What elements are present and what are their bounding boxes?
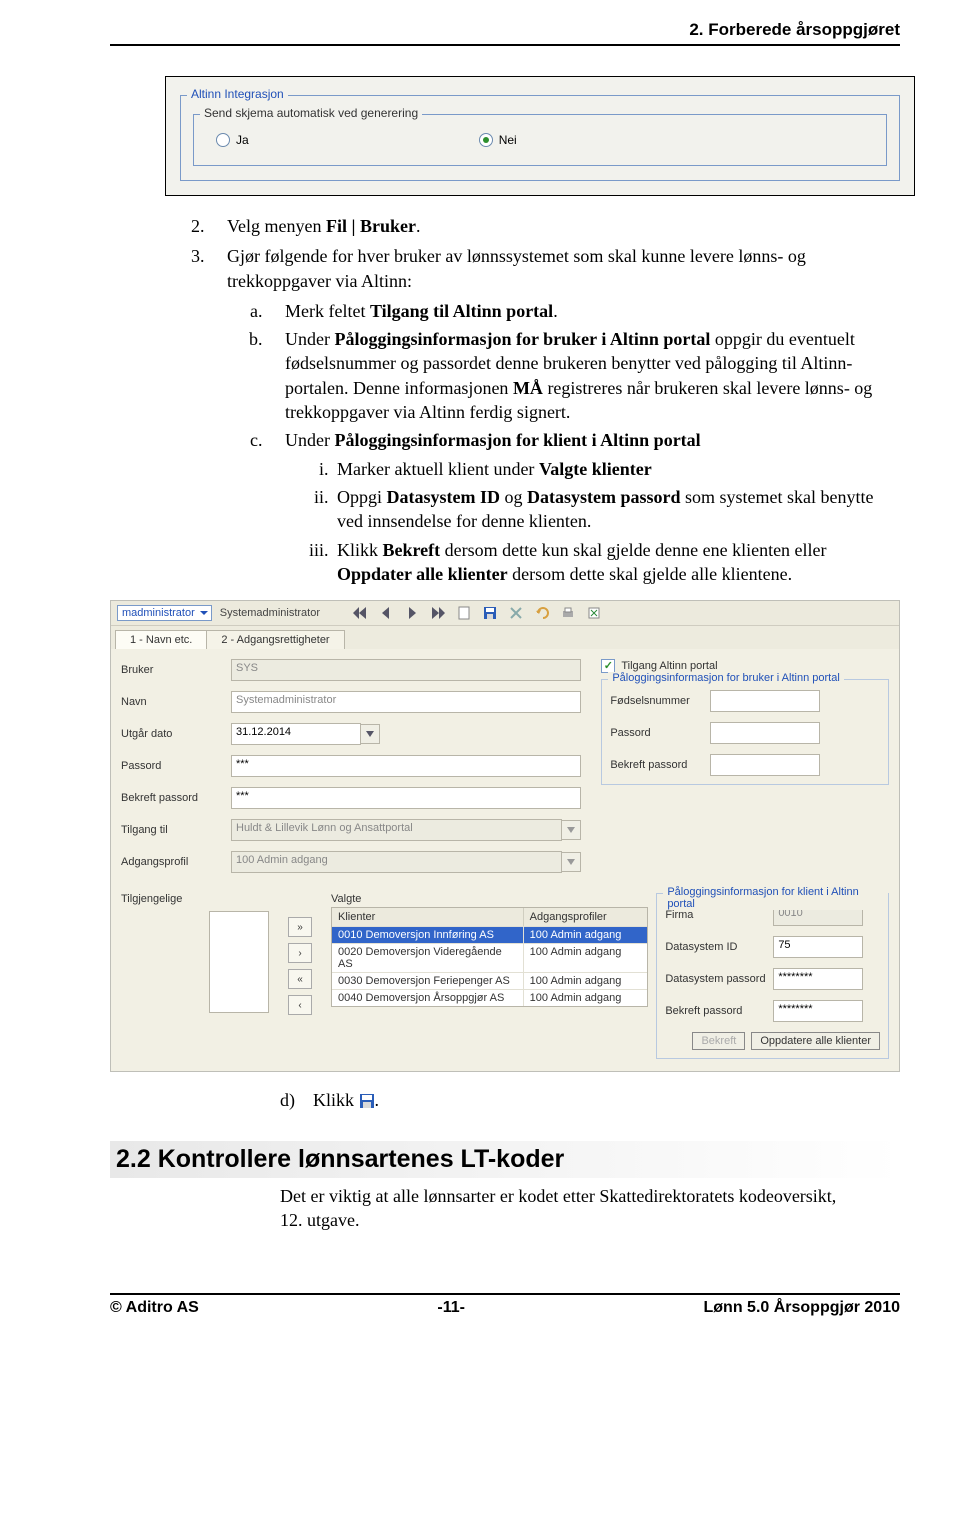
input-datasystem-id[interactable]: 75: [773, 936, 863, 958]
checkbox-tilgang-altinn[interactable]: ✓ Tilgang Altinn portal: [601, 659, 889, 673]
step-3d: d) Klikk .: [280, 1090, 900, 1111]
checkbox-label: Tilgang Altinn portal: [621, 660, 717, 672]
nav-prev-icon[interactable]: [378, 605, 394, 621]
label-bekreft-ds-passord: Bekreft passord: [665, 1005, 773, 1017]
user-dropdown[interactable]: madministrator: [117, 605, 212, 621]
nav-last-icon[interactable]: [430, 605, 446, 621]
undo-icon[interactable]: [534, 605, 550, 621]
input-bekreft-passord[interactable]: ***: [231, 787, 581, 809]
form-right: ✓ Tilgang Altinn portal Påloggingsinform…: [601, 659, 889, 883]
section-2-2-title: 2.2 Kontrollere lønnsartenes LT-koder: [110, 1141, 900, 1178]
label-datasystem-passord: Datasystem passord: [665, 973, 773, 985]
step-3b: Under Påloggingsinformasjon for bruker i…: [267, 327, 900, 424]
fieldset-label: Altinn Integrasjon: [187, 87, 288, 101]
label-tilgjengelige: Tilgjengelige: [121, 893, 201, 1059]
tilgjengelige-list[interactable]: [209, 911, 269, 1013]
input-fodselsnummer[interactable]: [710, 690, 820, 712]
radio-ja-label: Ja: [236, 133, 249, 147]
col-klienter: Klienter: [332, 908, 524, 926]
page-footer: © Aditro AS -11- Lønn 5.0 Årsoppgjør 201…: [110, 1293, 900, 1317]
label-navn: Navn: [121, 696, 231, 708]
group-klient-altinn: Påloggingsinformasjon for klient i Altin…: [656, 893, 889, 1059]
input-bruker[interactable]: SYS: [231, 659, 581, 681]
input-tilgang-til[interactable]: Huldt & Lillevik Lønn og Ansattportal: [231, 819, 562, 841]
export-icon[interactable]: [586, 605, 602, 621]
page-header: 2. Forberede årsoppgjøret: [110, 20, 900, 46]
step-3c-iii: Klikk Bekreft dersom dette kun skal gjel…: [333, 538, 900, 587]
input-utgar-dato[interactable]: 31.12.2014: [231, 723, 361, 745]
label-firma: Firma: [665, 909, 773, 921]
group-bruker-altinn: Påloggingsinformasjon for bruker i Altin…: [601, 679, 889, 785]
new-icon[interactable]: [456, 605, 472, 621]
delete-icon[interactable]: [508, 605, 524, 621]
table-row[interactable]: 0020 Demoversjon Videregående AS100 Admi…: [332, 943, 647, 972]
step-3c-ii: Oppgi Datasystem ID og Datasystem passor…: [333, 485, 900, 534]
input-datasystem-passord[interactable]: ********: [773, 968, 863, 990]
tab-bar: 1 - Navn etc. 2 - Adgangsrettigheter: [111, 626, 899, 649]
label-adgangsprofil: Adgangsprofil: [121, 856, 231, 868]
section-2-2-para: Det er viktig at alle lønnsarter er kode…: [280, 1184, 900, 1233]
step-3: Gjør følgende for hver bruker av lønnssy…: [209, 244, 900, 586]
table-row[interactable]: 0010 Demoversjon Innføring AS100 Admin a…: [332, 926, 647, 943]
label-passord: Passord: [121, 760, 231, 772]
input-navn[interactable]: Systemadministrator: [231, 691, 581, 713]
move-all-left-button[interactable]: «: [288, 969, 312, 989]
radio-nei[interactable]: Nei: [479, 133, 517, 147]
radio-nei-label: Nei: [499, 133, 517, 147]
footer-right: Lønn 5.0 Årsoppgjør 2010: [704, 1299, 900, 1317]
step-3a: Merk feltet Tilgang til Altinn portal.: [267, 299, 900, 323]
sub-fieldset-label: Send skjema automatisk ved generering: [200, 106, 422, 120]
toolbar: madministrator Systemadministrator: [111, 601, 899, 626]
save-icon: [359, 1093, 375, 1109]
label-bekreft-passord-altinn: Bekreft passord: [610, 759, 710, 771]
group-title: Påloggingsinformasjon for bruker i Altin…: [608, 672, 843, 684]
step-3c-i: Marker aktuell klient under Valgte klien…: [333, 457, 900, 481]
bekreft-button[interactable]: Bekreft: [692, 1032, 745, 1050]
oppdater-alle-button[interactable]: Oppdatere alle klienter: [751, 1032, 880, 1050]
tab-name-etc[interactable]: 1 - Navn etc.: [115, 630, 207, 649]
input-adgangsprofil[interactable]: 100 Admin adgang: [231, 851, 562, 873]
col-adgangsprofiler: Adgangsprofiler: [524, 908, 648, 926]
label-passord-altinn: Passord: [610, 727, 710, 739]
radio-ja[interactable]: Ja: [216, 133, 249, 147]
move-all-right-button[interactable]: »: [288, 917, 312, 937]
label-bekreft-passord: Bekreft passord: [121, 792, 231, 804]
chevron-down-icon[interactable]: [562, 852, 581, 872]
input-bekreft-passord-altinn[interactable]: [710, 754, 820, 776]
move-left-button[interactable]: ‹: [288, 995, 312, 1015]
date-picker-icon[interactable]: [361, 724, 380, 744]
nav-first-icon[interactable]: [352, 605, 368, 621]
step-2: Velg menyen Fil | Bruker.: [209, 214, 900, 238]
form-left: BrukerSYS NavnSystemadministrator Utgår …: [121, 659, 581, 883]
role-label: Systemadministrator: [220, 607, 320, 619]
user-admin-screenshot: madministrator Systemadministrator 1 - N…: [110, 600, 900, 1072]
radio-icon: [479, 133, 493, 147]
label-tilgang-til: Tilgang til: [121, 824, 231, 836]
input-bekreft-ds-passord[interactable]: ********: [773, 1000, 863, 1022]
main-step-list: Velg menyen Fil | Bruker. Gjør følgende …: [185, 214, 900, 586]
print-icon[interactable]: [560, 605, 576, 621]
input-passord-altinn[interactable]: [710, 722, 820, 744]
footer-center: -11-: [437, 1299, 465, 1317]
altinn-integration-screenshot: Altinn Integrasjon Send skjema automatis…: [165, 76, 915, 196]
footer-left: © Aditro AS: [110, 1299, 199, 1317]
valgte-table[interactable]: Klienter Adgangsprofiler 0010 Demoversjo…: [331, 907, 648, 1007]
step-3c: Under Påloggingsinformasjon for klient i…: [267, 428, 900, 586]
move-right-button[interactable]: ›: [288, 943, 312, 963]
group-title: Påloggingsinformasjon for klient i Altin…: [663, 886, 888, 910]
valgte-header: Valgte: [331, 893, 648, 905]
save-icon[interactable]: [482, 605, 498, 621]
label-utgar: Utgår dato: [121, 728, 231, 740]
nav-next-icon[interactable]: [404, 605, 420, 621]
tab-access-rights[interactable]: 2 - Adgangsrettigheter: [206, 630, 344, 649]
label-fodselsnummer: Fødselsnummer: [610, 695, 710, 707]
label-datasystem-id: Datasystem ID: [665, 941, 773, 953]
table-row[interactable]: 0040 Demoversjon Årsoppgjør AS100 Admin …: [332, 989, 647, 1006]
chevron-down-icon[interactable]: [562, 820, 581, 840]
checkmark-icon: ✓: [601, 659, 615, 673]
input-passord[interactable]: ***: [231, 755, 581, 777]
label-bruker: Bruker: [121, 664, 231, 676]
table-row[interactable]: 0030 Demoversjon Feriepenger AS100 Admin…: [332, 972, 647, 989]
radio-icon: [216, 133, 230, 147]
